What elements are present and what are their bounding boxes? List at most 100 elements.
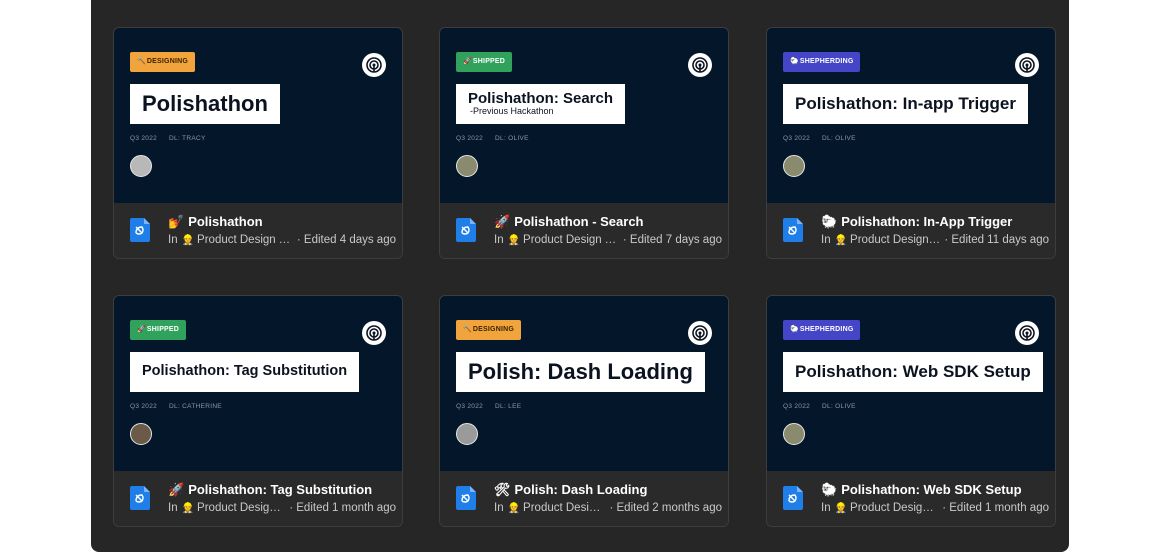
doc-card-tag-substitution[interactable]: 🚀SHIPPED Polishathon: Tag Substitution Q… (113, 295, 403, 527)
doc-title[interactable]: 🚀 Polishathon: Tag Substitution (168, 482, 372, 498)
cover-title: Polishathon: Web SDK Setup (795, 361, 1031, 381)
doc-card-web-sdk-setup[interactable]: 🐑SHEPHERDING Polishathon: Web SDK Setup … (766, 295, 1056, 527)
status-tag-label: DESIGNING (146, 58, 189, 65)
doc-title[interactable]: 💅 Polishathon (168, 214, 263, 230)
doc-title[interactable]: 🛠 Polish: Dash Loading (494, 482, 647, 498)
card-footer: 🐑 Polishathon: In-App Trigger In 👷 Product … (767, 203, 1055, 258)
hammer-icon: 🔨 (463, 326, 472, 333)
doc-title[interactable]: 🐑 Polishathon: Web SDK Setup (821, 482, 1022, 498)
doc-subline: In👷Product Design Team · Edited 11 days a… (821, 234, 1049, 246)
avatar (456, 423, 478, 445)
document-icon (783, 218, 803, 242)
status-tag-label: SHEPHERDING (799, 326, 854, 333)
cover-title-box: Polishathon: Web SDK Setup (783, 352, 1043, 392)
location-link[interactable]: Product Design Team (523, 234, 619, 246)
in-label: In (821, 502, 831, 514)
broadcast-icon (1015, 321, 1039, 345)
doc-card-in-app-trigger[interactable]: 🐑SHEPHERDING Polishathon: In-app Trigger… (766, 27, 1056, 259)
cover-meta: Q3 2022 DL: TRACY (130, 135, 206, 142)
dl-label: DL: OLIVE (495, 135, 529, 142)
quarter-label: Q3 2022 (456, 403, 484, 410)
worker-icon: 👷 (507, 234, 521, 246)
cover-title-box: Polishathon: Search -Previous Hackathon (456, 84, 626, 124)
cover-subtitle: -Previous Hackathon (470, 106, 554, 117)
status-tag-label: DESIGNING (472, 326, 515, 333)
rocket-icon: 🚀 (463, 58, 472, 65)
edited-time: · Edited 11 days ago (944, 234, 1049, 246)
broadcast-icon (362, 321, 386, 345)
status-tag: 🐑SHEPHERDING (783, 320, 861, 340)
cover-image: 🚀SHIPPED Polishathon: Tag Substitution Q… (114, 296, 402, 471)
status-tag: 🔨DESIGNING (456, 320, 522, 340)
status-tag: 🚀SHIPPED (456, 52, 513, 72)
avatar (783, 423, 805, 445)
edited-time: · Edited 1 month ago (289, 502, 396, 514)
status-tag: 🔨DESIGNING (130, 52, 196, 72)
document-icon (130, 486, 150, 510)
cover-title-box: Polishathon: Tag Substitution (130, 352, 360, 392)
in-label: In (494, 234, 504, 246)
title-emoji: 🚀 (168, 482, 185, 497)
doc-card-polishathon[interactable]: 🔨DESIGNING Polishathon Q3 2022 DL: TRACY … (113, 27, 403, 259)
document-icon (456, 486, 476, 510)
in-label: In (168, 234, 178, 246)
worker-icon: 👷 (834, 234, 848, 246)
doc-title[interactable]: 🚀 Polishathon - Search (494, 214, 644, 230)
doc-title-text: Polishathon: In-App Trigger (841, 214, 1013, 229)
rocket-icon: 🚀 (137, 326, 146, 333)
avatar (456, 155, 478, 177)
title-emoji: 🐑 (821, 214, 838, 229)
worker-icon: 👷 (834, 502, 848, 514)
doc-title-text: Polishathon: Web SDK Setup (841, 482, 1022, 497)
card-footer: 🚀 Polishathon - Search In 👷 Product Design … (440, 203, 728, 258)
cover-title-box: Polish: Dash Loading (456, 352, 705, 392)
broadcast-icon (362, 53, 386, 77)
quarter-label: Q3 2022 (130, 403, 158, 410)
location-link[interactable]: Product Design Team (850, 502, 938, 514)
sheep-icon: 🐑 (790, 326, 799, 333)
location-link[interactable]: Product Design Team (523, 502, 605, 514)
doc-title-text: Polishathon (188, 214, 263, 229)
cover-title-box: Polishathon: In-app Trigger (783, 84, 1028, 124)
cover-meta: Q3 2022 DL: LEE (456, 403, 521, 410)
cover-meta: Q3 2022 DL: CATHERINE (130, 403, 222, 410)
doc-card-polishathon-search[interactable]: 🚀SHIPPED Polishathon: Search -Previous H… (439, 27, 729, 259)
broadcast-icon (1015, 53, 1039, 77)
cover-image: 🚀SHIPPED Polishathon: Search -Previous H… (440, 28, 728, 203)
cover-title: Polish: Dash Loading (468, 358, 693, 384)
worker-icon: 👷 (507, 502, 521, 514)
card-footer: 🚀 Polishathon: Tag Substitution In 👷 Produc… (114, 471, 402, 526)
worker-icon: 👷 (181, 234, 195, 246)
cover-image: 🔨DESIGNING Polishathon Q3 2022 DL: TRACY (114, 28, 402, 203)
quarter-label: Q3 2022 (783, 403, 811, 410)
location-link[interactable]: Product Design Team (850, 234, 940, 246)
doc-title-text: Polishathon: Tag Substitution (188, 482, 373, 497)
worker-icon: 👷 (181, 502, 195, 514)
cover-image: 🔨DESIGNING Polish: Dash Loading Q3 2022 D… (440, 296, 728, 471)
quarter-label: Q3 2022 (130, 135, 158, 142)
location-link[interactable]: Product Design Team (197, 234, 293, 246)
avatar (130, 155, 152, 177)
quarter-label: Q3 2022 (783, 135, 811, 142)
edited-time: · Edited 7 days ago (622, 234, 722, 246)
cover-title: Polishathon: Tag Substitution (142, 363, 348, 380)
dl-label: DL: LEE (495, 403, 522, 410)
document-icon (783, 486, 803, 510)
doc-subline: In👷Product Design Team · Edited 2 months … (494, 502, 722, 514)
doc-card-dash-loading[interactable]: 🔨DESIGNING Polish: Dash Loading Q3 2022 D… (439, 295, 729, 527)
card-footer: 🐑 Polishathon: Web SDK Setup In 👷 Product D… (767, 471, 1055, 526)
edited-time: · Edited 2 months ago (609, 502, 722, 514)
dl-label: DL: TRACY (169, 135, 206, 142)
cover-meta: Q3 2022 DL: OLIVE (456, 135, 529, 142)
dl-label: DL: CATHERINE (169, 403, 222, 410)
cover-title-box: Polishathon (130, 84, 280, 124)
edited-time: · Edited 4 days ago (296, 234, 396, 246)
sheep-icon: 🐑 (790, 58, 799, 65)
in-label: In (168, 502, 178, 514)
avatar (783, 155, 805, 177)
doc-title[interactable]: 🐑 Polishathon: In-App Trigger (821, 214, 1012, 230)
status-tag-label: SHIPPED (472, 58, 506, 65)
location-link[interactable]: Product Design Team (197, 502, 285, 514)
cover-title: Polishathon (142, 90, 268, 116)
quarter-label: Q3 2022 (456, 135, 484, 142)
